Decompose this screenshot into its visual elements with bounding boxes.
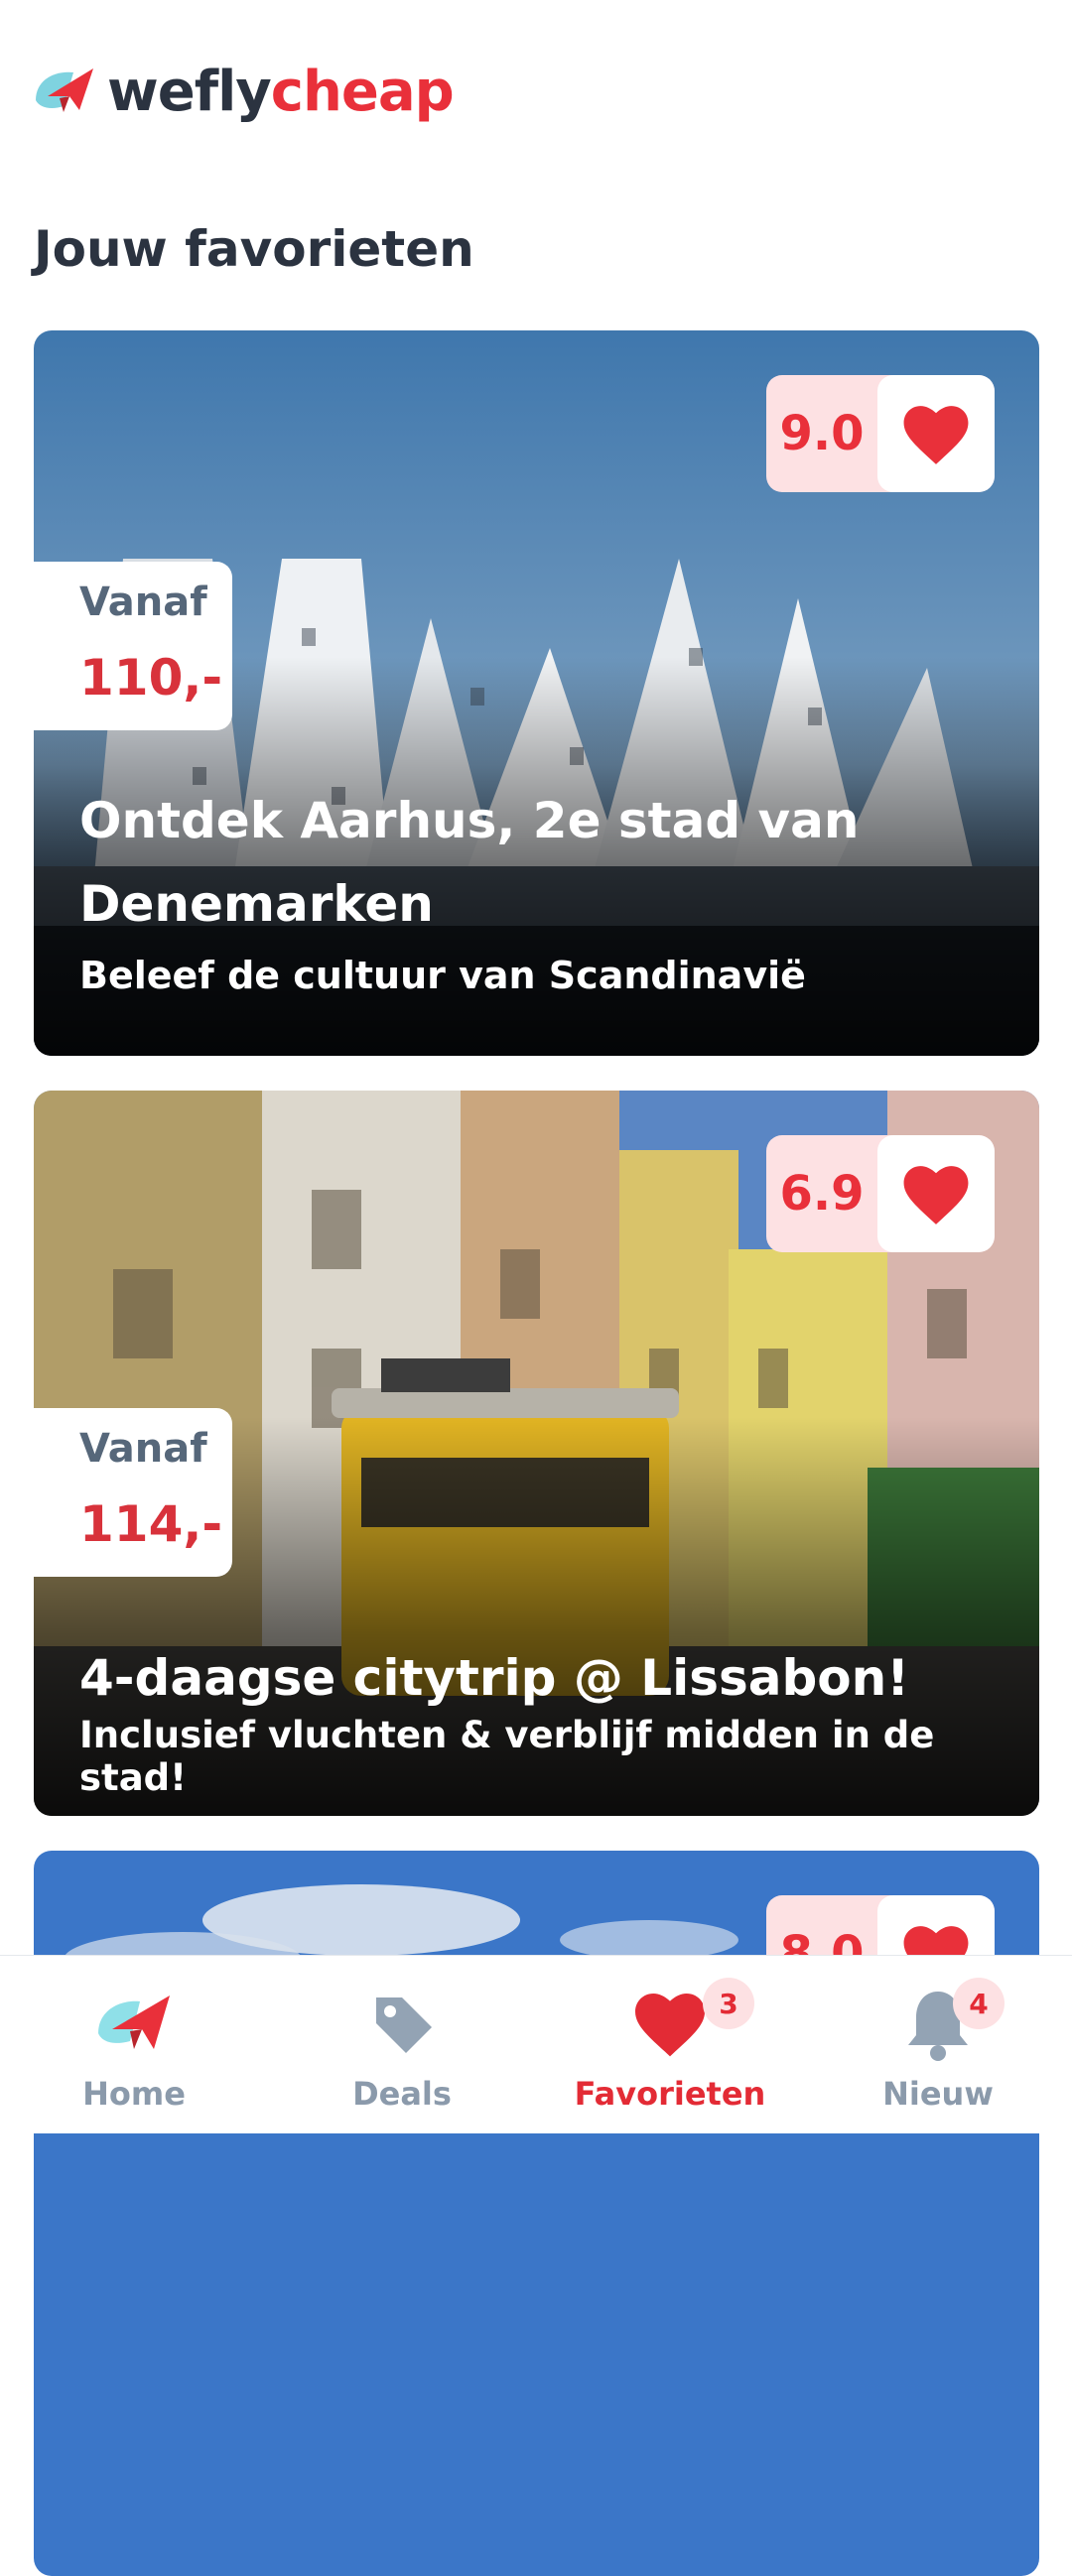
bottom-tab-bar: Home Deals 3 Favorieten 4 Nieuw: [0, 1955, 1072, 2133]
tab-deals[interactable]: Deals: [268, 1956, 536, 2133]
logo-icon: [36, 68, 93, 112]
favorite-button[interactable]: [877, 375, 995, 492]
heart-icon: [903, 1166, 969, 1224]
rating-favorite-widget[interactable]: 6.9: [766, 1135, 995, 1252]
tab-label: Nieuw: [882, 2075, 994, 2113]
deal-card-lissabon[interactable]: 6.9 Vanaf 114,- 4-daagse citytrip @ Liss…: [34, 1091, 1039, 1816]
app-header: weflycheap: [34, 52, 455, 131]
rating-score: 6.9: [779, 1166, 865, 1222]
deal-subtitle: Inclusief vluchten & verblijf midden in …: [79, 1714, 935, 1799]
tag-icon: [376, 1997, 432, 2053]
tab-home[interactable]: Home: [0, 1956, 268, 2133]
page-title: Jouw favorieten: [34, 220, 474, 278]
favorites-count-badge: 3: [703, 1978, 754, 2029]
logo-part-cheap: cheap: [270, 59, 455, 124]
rating-score: 9.0: [779, 406, 865, 461]
heart-icon: [903, 406, 969, 464]
heart-icon: [635, 1994, 705, 2057]
price-value: 110,-: [79, 649, 223, 707]
tab-favorieten[interactable]: 3 Favorieten: [536, 1956, 804, 2133]
news-count-badge: 4: [953, 1978, 1005, 2029]
plane-logo-icon: [98, 1996, 170, 2049]
deal-card-aarhus[interactable]: 9.0 Vanaf 110,- Ontdek Aarhus, 2e stad v…: [34, 330, 1039, 1056]
favorite-button[interactable]: [877, 1135, 995, 1252]
logo-part-we: wefly: [107, 59, 272, 124]
tab-label: Home: [82, 2075, 186, 2113]
price-label: Vanaf: [79, 580, 207, 625]
price-tag: Vanaf 114,-: [34, 1408, 232, 1577]
tab-label: Favorieten: [574, 2075, 766, 2113]
logo-wordmark: weflycheap: [107, 59, 455, 124]
rating-favorite-widget[interactable]: 9.0: [766, 375, 995, 492]
price-value: 114,-: [79, 1495, 223, 1553]
price-tag: Vanaf 110,-: [34, 562, 232, 730]
price-label: Vanaf: [79, 1426, 207, 1472]
tab-nieuw[interactable]: 4 Nieuw: [804, 1956, 1072, 2133]
deal-title: Ontdek Aarhus, 2e stad van Denemarken: [79, 792, 860, 933]
tab-label: Deals: [352, 2075, 452, 2113]
deal-subtitle: Beleef de cultuur van Scandinavië: [79, 954, 806, 997]
deal-title: 4-daagse citytrip @ Lissabon!: [79, 1649, 910, 1707]
